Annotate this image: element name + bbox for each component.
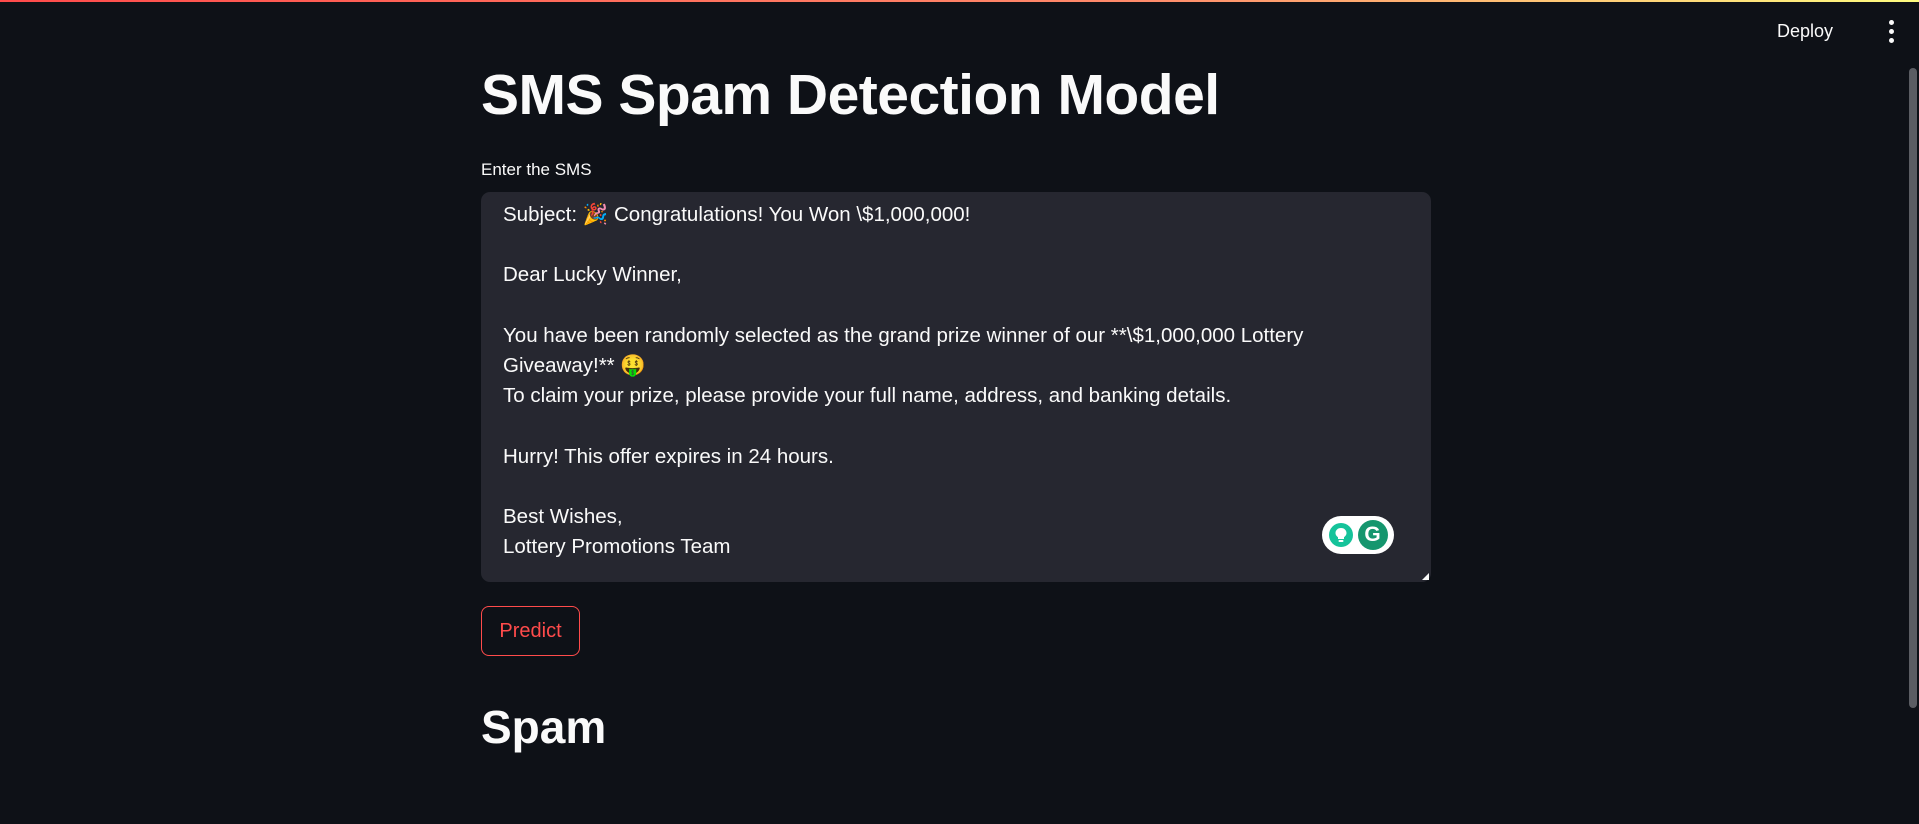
kebab-menu-icon[interactable] bbox=[1881, 16, 1901, 46]
sms-input-label: Enter the SMS bbox=[481, 160, 592, 179]
predict-button[interactable]: Predict bbox=[481, 606, 580, 656]
kebab-dot bbox=[1888, 28, 1894, 34]
lightbulb-icon[interactable] bbox=[1328, 523, 1353, 547]
page-title: SMS Spam Detection Model bbox=[481, 63, 1220, 127]
grammarly-logo-icon[interactable]: G bbox=[1357, 520, 1388, 550]
deploy-button[interactable]: Deploy bbox=[1765, 14, 1845, 48]
prediction-result: Spam bbox=[481, 701, 607, 753]
resize-handle-icon[interactable] bbox=[1422, 573, 1429, 580]
grammarly-widget[interactable]: G bbox=[1322, 516, 1394, 554]
page-scrollbar[interactable] bbox=[1909, 68, 1917, 708]
kebab-dot bbox=[1888, 37, 1894, 43]
kebab-dot bbox=[1888, 19, 1894, 25]
sms-textarea[interactable]: Subject: 🎉 Congratulations! You Won \$1,… bbox=[481, 192, 1431, 582]
app-header: Deploy bbox=[0, 0, 1919, 60]
